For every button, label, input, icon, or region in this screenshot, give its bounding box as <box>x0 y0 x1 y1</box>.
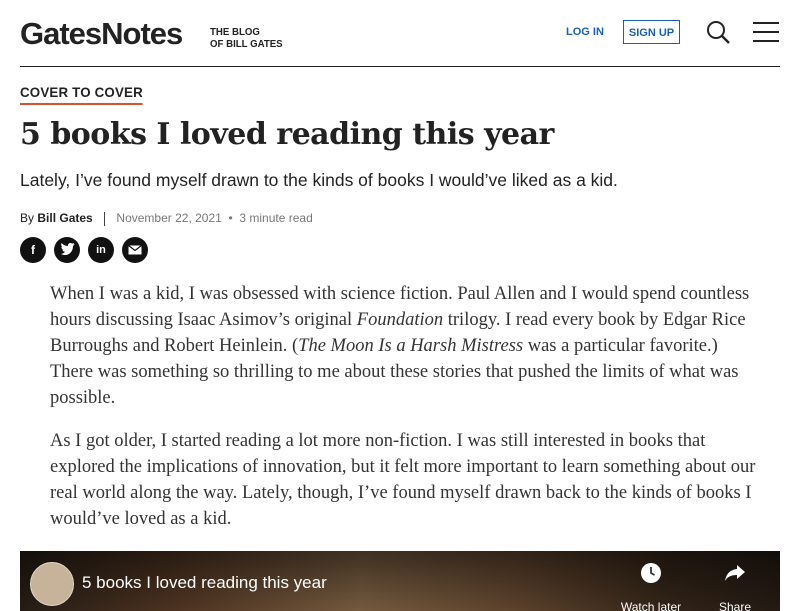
article-paragraph-1: When I was a kid, I was obsessed with sc… <box>50 281 760 411</box>
share-arrow-icon <box>725 565 745 581</box>
video-player[interactable]: 5 books I loved reading this year Watch … <box>20 551 780 611</box>
tagline-line-1: THE BLOG <box>210 26 260 38</box>
video-share-button[interactable]: Share <box>700 563 770 611</box>
article-subtitle: Lately, I’ve found myself drawn to the k… <box>20 170 618 190</box>
author-link[interactable]: Bill Gates <box>37 211 92 225</box>
signup-button[interactable]: SIGN UP <box>623 20 680 44</box>
watch-later-label: Watch later <box>620 600 682 611</box>
hamburger-menu-icon[interactable] <box>752 20 780 44</box>
site-tagline: THE BLOG OF BILL GATES <box>210 26 283 50</box>
publish-date: November 22, 2021 <box>116 211 222 225</box>
watch-later-button[interactable]: Watch later <box>616 563 686 611</box>
article-meta: By Bill Gates November 22, 2021 • 3 minu… <box>20 211 313 226</box>
twitter-icon[interactable] <box>54 237 80 263</box>
meta-divider <box>104 211 106 226</box>
tagline-line-2: OF BILL GATES <box>210 38 283 50</box>
site-header: GatesNotes THE BLOG OF BILL GATES LOG IN… <box>20 0 780 67</box>
clock-icon <box>641 563 661 583</box>
read-time: 3 minute read <box>239 211 313 225</box>
book-title-moon: The Moon Is a Harsh Mistress <box>298 336 524 356</box>
video-share-label: Share <box>718 600 752 611</box>
book-title-foundation: Foundation <box>356 310 444 330</box>
login-link[interactable]: LOG IN <box>566 26 604 38</box>
search-icon[interactable] <box>706 20 730 44</box>
page-title: 5 books I loved reading this year <box>20 117 554 152</box>
section-label[interactable]: COVER TO COVER <box>20 84 143 105</box>
video-title[interactable]: 5 books I loved reading this year <box>82 573 327 593</box>
meta-dot: • <box>228 211 233 225</box>
gatesnotes-logo[interactable]: GatesNotes <box>20 16 183 52</box>
linkedin-icon[interactable]: in <box>88 237 114 263</box>
article-paragraph-2: As I got older, I started reading a lot … <box>50 431 756 529</box>
email-icon[interactable] <box>122 237 148 263</box>
by-label: By <box>20 211 35 225</box>
facebook-icon[interactable]: f <box>20 237 46 263</box>
channel-avatar[interactable] <box>30 562 74 606</box>
